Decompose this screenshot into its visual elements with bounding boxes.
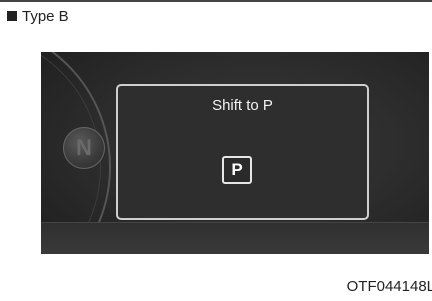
park-gear-icon: P [222, 156, 252, 184]
popup-message: Shift to P [212, 97, 273, 114]
instrument-cluster-display: N Shift to P P [41, 52, 429, 254]
square-bullet-icon [7, 11, 17, 21]
type-heading-text: Type B [22, 7, 69, 25]
top-rule [0, 0, 432, 2]
figure-code: OTF044148L [346, 278, 432, 295]
cluster-bottom-band [41, 222, 429, 254]
shift-warning-popup: Shift to P P [116, 84, 369, 220]
gear-indicator-n: N [63, 127, 105, 169]
type-heading: Type B [7, 6, 69, 26]
